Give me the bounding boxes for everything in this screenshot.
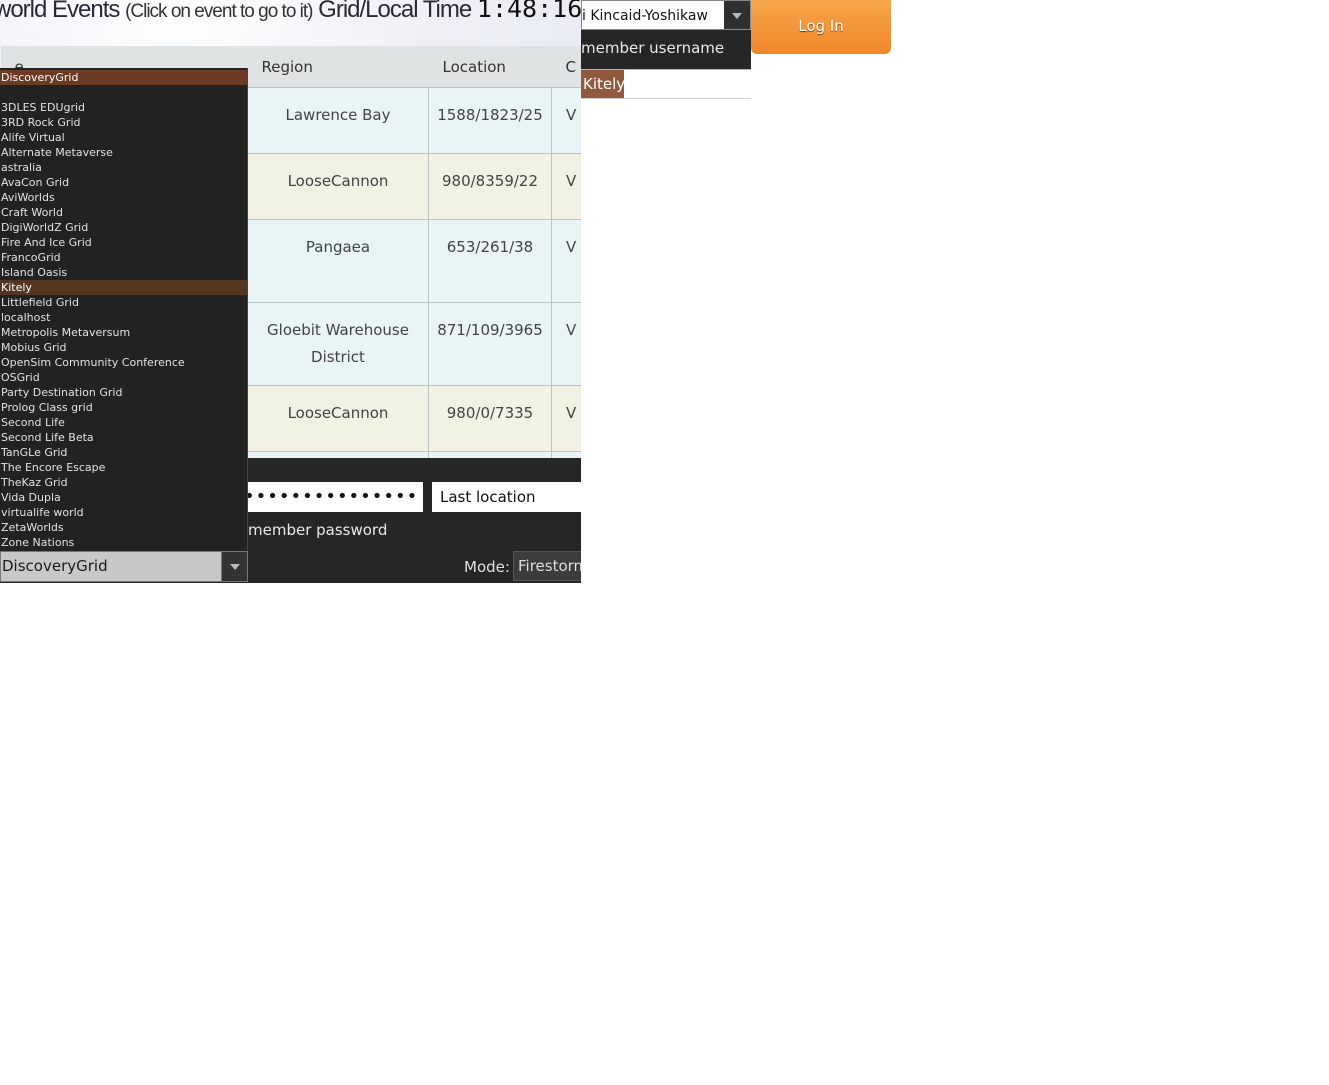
grid-clock: 1:48:16 (476, 0, 581, 23)
grid-option[interactable]: DiscoveryGrid (0, 70, 247, 85)
grid-option[interactable] (0, 85, 247, 100)
username-combo[interactable]: i Kincaid-Yoshikaw (581, 0, 751, 30)
grid-option[interactable]: Second Life Beta (0, 430, 247, 445)
grid-select-value: DiscoveryGrid (2, 557, 108, 575)
event-region-cell[interactable]: LooseCannon (247, 153, 429, 220)
column-location[interactable]: Location (428, 46, 552, 88)
grid-option[interactable]: Second Life (0, 415, 247, 430)
grid-option[interactable]: Fire And Ice Grid (0, 235, 247, 250)
grid-select[interactable]: DiscoveryGrid (0, 551, 248, 582)
grid-option[interactable]: Island Oasis (0, 265, 247, 280)
grid-option[interactable]: TheKaz Grid (0, 475, 247, 490)
grid-option[interactable]: virtualife world (0, 505, 247, 520)
grid-option[interactable]: Littlefield Grid (0, 295, 247, 310)
grid-option[interactable]: Party Destination Grid (0, 385, 247, 400)
grid-option[interactable]: Craft World (0, 205, 247, 220)
event-category-cell[interactable]: V (551, 385, 581, 452)
grid-option[interactable]: 3DLES EDUgrid (0, 100, 247, 115)
event-location-cell[interactable]: 871/109/3965 (428, 302, 552, 386)
grid-option[interactable]: Kitely (0, 280, 247, 295)
event-category-cell[interactable]: V (551, 302, 581, 386)
grid-option[interactable]: 3RD Rock Grid (0, 115, 247, 130)
grid-option[interactable]: The Encore Escape (0, 460, 247, 475)
events-title-sub: (Click on event to go to it) (125, 1, 313, 22)
grid-option[interactable]: Zone Nations (0, 535, 247, 550)
event-category-cell[interactable]: V (551, 219, 581, 303)
username-dropdown-item[interactable]: Kitely (581, 70, 625, 98)
grid-option[interactable]: OpenSim Community Conference (0, 355, 247, 370)
column-region[interactable]: Region (247, 46, 429, 88)
grid-option[interactable]: DigiWorldZ Grid (0, 220, 247, 235)
mode-label: Mode: (464, 558, 510, 576)
grid-option[interactable]: Alife Virtual (0, 130, 247, 145)
event-region-cell[interactable]: Gloebit Warehouse District (247, 302, 429, 386)
grid-option[interactable]: Metropolis Metaversum (0, 325, 247, 340)
event-region-cell[interactable]: Pangaea (247, 219, 429, 303)
grid-dropdown-list[interactable]: DiscoveryGrid 3DLES EDUgrid 3RD Rock Grid A… (0, 68, 248, 551)
events-title-main: world Events (0, 0, 120, 23)
grid-option[interactable]: Vida Dupla (0, 490, 247, 505)
event-location-cell[interactable]: 653/261/38 (428, 219, 552, 303)
grid-option[interactable]: astralia (0, 160, 247, 175)
grid-select-toggle[interactable] (221, 552, 247, 581)
event-region-cell[interactable]: LooseCannon (247, 385, 429, 452)
grid-option[interactable]: localhost (0, 310, 247, 325)
event-category-cell[interactable]: V (551, 153, 581, 220)
event-location-cell[interactable]: 980/0/7335 (428, 385, 552, 452)
remember-username-checkbox-label[interactable]: member username (581, 30, 751, 69)
chevron-down-icon (732, 13, 742, 19)
column-category[interactable]: C (551, 46, 581, 88)
grid-option[interactable]: ZetaWorlds (0, 520, 247, 535)
password-field[interactable]: ••••••••••••••• (240, 482, 423, 512)
grid-option[interactable]: Alternate Metaverse (0, 145, 247, 160)
chevron-down-icon (230, 564, 240, 570)
mode-select[interactable]: Firestorm (513, 551, 581, 581)
username-dropdown-list[interactable]: Kitely (581, 69, 751, 99)
events-title: world Events (Click on event to go to it… (0, 0, 581, 24)
grid-option[interactable]: AvaCon Grid (0, 175, 247, 190)
start-location-field[interactable]: Last location (432, 482, 581, 512)
event-region-cell[interactable]: Lawrence Bay (247, 87, 429, 154)
grid-option[interactable]: Mobius Grid (0, 340, 247, 355)
username-dropdown-toggle[interactable] (724, 1, 750, 29)
login-button[interactable]: Log In (751, 0, 891, 54)
events-time-label: Grid/Local Time (318, 0, 472, 23)
grid-option[interactable]: Prolog Class grid (0, 400, 247, 415)
grid-option[interactable]: FrancoGrid (0, 250, 247, 265)
event-location-cell[interactable]: 980/8359/22 (428, 153, 552, 220)
grid-option[interactable]: AviWorlds (0, 190, 247, 205)
grid-option[interactable]: TanGLe Grid (0, 445, 247, 460)
username-value: i Kincaid-Yoshikaw (582, 8, 708, 24)
event-location-cell[interactable]: 1588/1823/25 (428, 87, 552, 154)
remember-password-checkbox-label[interactable]: member password (248, 521, 387, 539)
event-category-cell[interactable]: V (551, 87, 581, 154)
grid-option[interactable]: OSGrid (0, 370, 247, 385)
